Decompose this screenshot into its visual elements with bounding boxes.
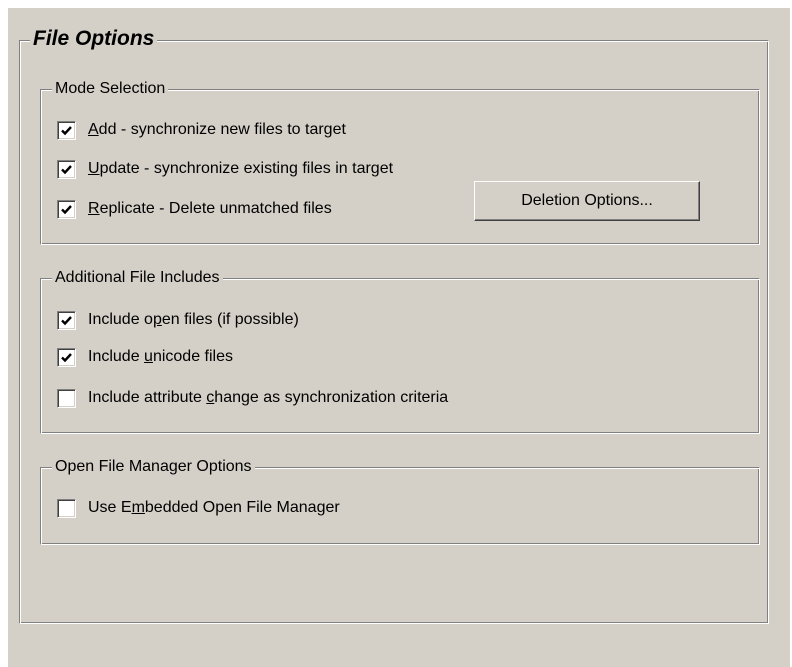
include-unicode-text-pre: Include	[88, 348, 145, 365]
include-unicode-mnemonic: u	[144, 348, 153, 365]
update-label-text: pdate - synchronize existing files in ta…	[99, 160, 394, 177]
add-checkbox[interactable]	[57, 120, 76, 140]
file-options-title: File Options	[30, 26, 158, 52]
include-unicode-text-post: nicode files	[152, 348, 233, 365]
add-mnemonic: A	[88, 121, 99, 138]
check-mark-icon	[61, 352, 72, 362]
add-checkbox-label[interactable]: Add - synchronize new files to target	[88, 121, 346, 139]
check-mark-icon	[61, 204, 72, 214]
include-open-files-label[interactable]: Include open files (if possible)	[88, 311, 299, 329]
update-checkbox[interactable]	[57, 159, 76, 179]
include-open-files-text-pre: Include o	[88, 311, 153, 328]
include-unicode-files-label[interactable]: Include unicode files	[88, 348, 233, 366]
use-embedded-ofm-label[interactable]: Use Embedded Open File Manager	[88, 499, 340, 517]
include-open-files-mnemonic: p	[152, 311, 162, 328]
mode-selection-title: Mode Selection	[52, 79, 169, 99]
check-mark-icon	[61, 315, 72, 325]
include-unicode-files-checkbox[interactable]	[57, 347, 76, 367]
open-file-manager-title: Open File Manager Options	[52, 457, 255, 477]
update-checkbox-label[interactable]: Update - synchronize existing files in t…	[88, 160, 393, 178]
check-mark-icon	[61, 125, 72, 135]
use-embedded-ofm-text-pre: Use E	[88, 499, 132, 516]
additional-includes-title: Additional File Includes	[52, 268, 223, 288]
deletion-options-button[interactable]: Deletion Options...	[474, 181, 700, 221]
include-attribute-change-label[interactable]: Include attribute change as synchronizat…	[88, 389, 448, 407]
add-label-text: dd - synchronize new files to target	[98, 121, 346, 138]
add-checkbox-row[interactable]: Add - synchronize new files to target	[57, 119, 346, 141]
include-attribute-change-checkbox[interactable]	[57, 388, 76, 408]
check-mark-icon	[61, 164, 72, 174]
replicate-mnemonic: R	[88, 200, 100, 217]
update-checkbox-row[interactable]: Update - synchronize existing files in t…	[57, 158, 393, 180]
include-open-files-row[interactable]: Include open files (if possible)	[57, 309, 299, 331]
include-unicode-files-row[interactable]: Include unicode files	[57, 346, 233, 368]
use-embedded-ofm-row[interactable]: Use Embedded Open File Manager	[57, 497, 340, 519]
replicate-checkbox-label[interactable]: Replicate - Delete unmatched files	[88, 200, 332, 218]
include-open-files-text-post: en files (if possible)	[161, 311, 299, 328]
replicate-checkbox[interactable]	[57, 199, 76, 219]
include-open-files-checkbox[interactable]	[57, 310, 76, 330]
use-embedded-ofm-mnemonic: m	[131, 499, 145, 516]
use-embedded-ofm-text-post: bedded Open File Manager	[144, 499, 340, 516]
include-attribute-change-row[interactable]: Include attribute change as synchronizat…	[57, 387, 448, 409]
use-embedded-ofm-checkbox[interactable]	[57, 498, 76, 518]
include-attribute-text-post: hange as synchronization criteria	[214, 389, 449, 406]
replicate-checkbox-row[interactable]: Replicate - Delete unmatched files	[57, 198, 332, 220]
include-attribute-text-pre: Include attribute	[88, 389, 207, 406]
replicate-label-text: eplicate - Delete unmatched files	[99, 200, 332, 217]
update-mnemonic: U	[88, 160, 100, 177]
